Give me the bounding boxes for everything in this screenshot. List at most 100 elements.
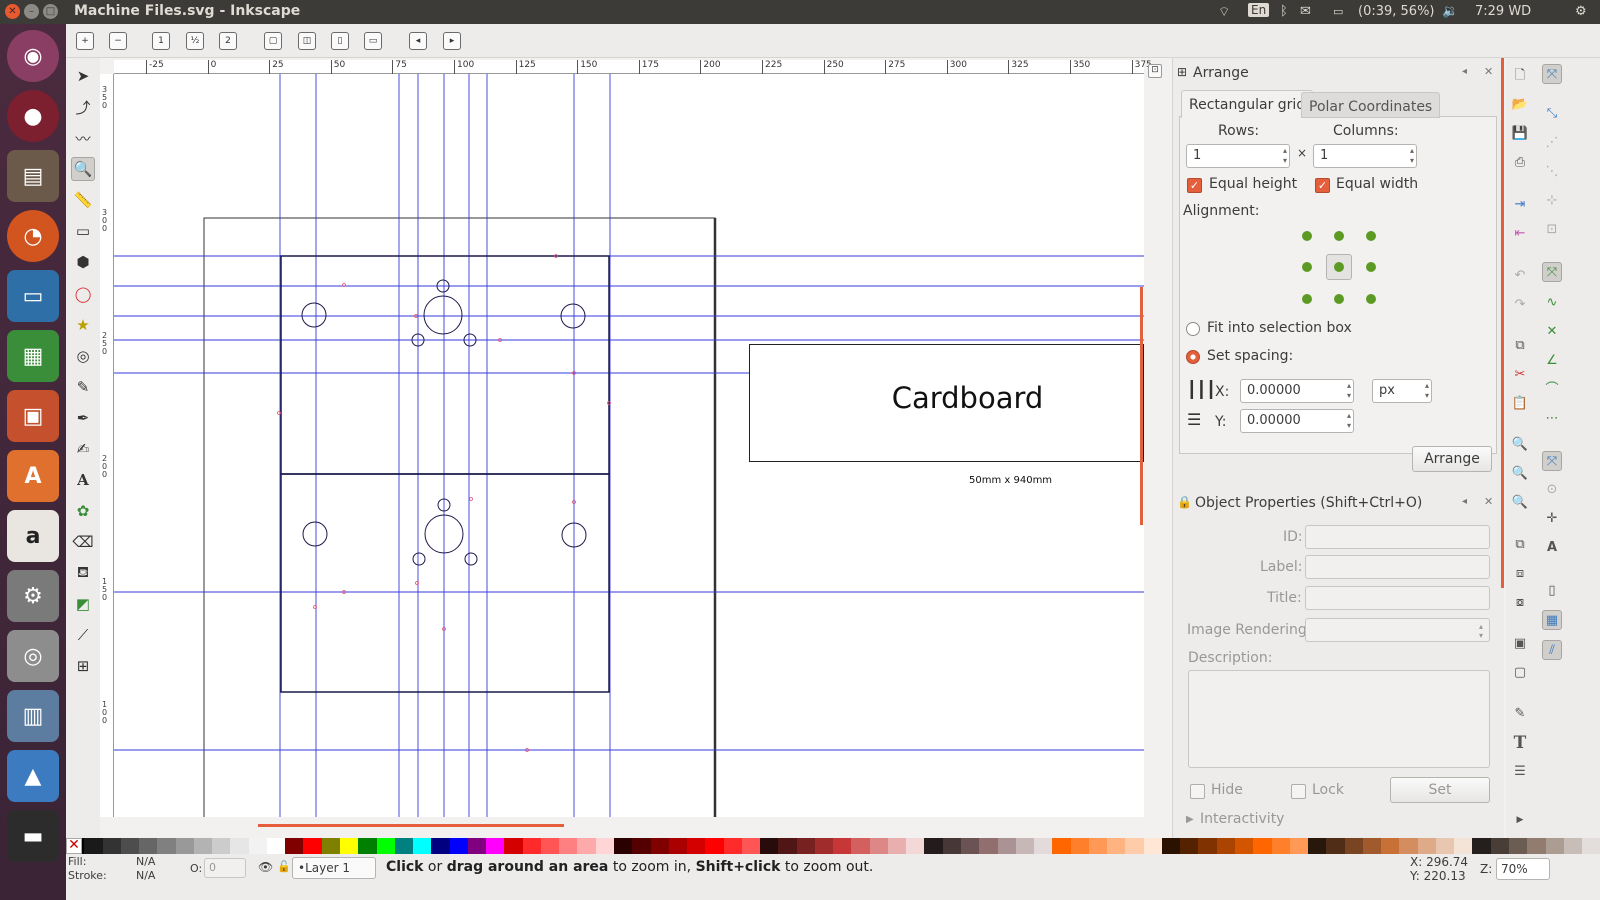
snap-text-baseline-icon[interactable]: A	[1542, 538, 1562, 558]
bottom-panel-rect[interactable]	[280, 473, 610, 693]
palette-swatch[interactable]	[1052, 838, 1071, 854]
top-panel-holes[interactable]	[301, 279, 586, 347]
snap-enable-icon[interactable]: ⤧	[1542, 64, 1562, 84]
snap-bbox-midpoint-icon[interactable]: ⊹	[1542, 191, 1562, 211]
palette-swatch[interactable]	[632, 838, 651, 854]
snap-bbox-center-icon[interactable]: ⊡	[1542, 220, 1562, 240]
stroke-value[interactable]: N/A	[136, 869, 155, 882]
panel-close-icon[interactable]: ✕	[1484, 65, 1493, 78]
panel-close-icon-2[interactable]: ✕	[1484, 495, 1493, 508]
palette-swatch[interactable]	[376, 838, 395, 854]
gradient-tool-icon[interactable]: ◩	[71, 592, 95, 616]
palette-swatch[interactable]	[1326, 838, 1345, 854]
hide-checkbox[interactable]	[1190, 784, 1205, 799]
snap-intersections-icon[interactable]: ✕	[1542, 322, 1562, 342]
palette-swatch[interactable]	[449, 838, 468, 854]
battery-status[interactable]: (0:39, 56%)	[1358, 4, 1435, 19]
hide-layer-icon[interactable]: 👁	[258, 860, 273, 874]
snap-guides-icon[interactable]: ⫽	[1542, 640, 1562, 660]
bluetooth-icon[interactable]: ᛒ	[1280, 4, 1288, 19]
text-font-icon[interactable]: T	[1510, 733, 1530, 753]
palette-swatch[interactable]	[1399, 838, 1418, 854]
palette-swatch[interactable]	[778, 838, 797, 854]
zoom-input[interactable]: 70%	[1496, 858, 1550, 880]
palette-swatch[interactable]	[102, 838, 121, 854]
snap-bbox-edge-icon[interactable]: ⋰	[1542, 133, 1562, 153]
spiral-tool-icon[interactable]: ◎	[71, 344, 95, 368]
palette-swatch[interactable]	[650, 838, 669, 854]
palette-swatch[interactable]	[413, 838, 432, 854]
volume-icon[interactable]: 🔉	[1442, 4, 1458, 19]
app-icon-image[interactable]: ▲	[7, 750, 59, 802]
palette-swatch[interactable]	[687, 838, 706, 854]
lock-checkbox[interactable]	[1291, 784, 1306, 799]
snap-cusp-nodes-icon[interactable]: ∠	[1542, 351, 1562, 371]
undo-icon[interactable]: ↶	[1510, 266, 1530, 286]
align-bottom-left[interactable]	[1302, 294, 1312, 304]
canvas-vscroll-thumb[interactable]	[1140, 287, 1143, 525]
snap-bbox-corner-icon[interactable]: ⋱	[1542, 162, 1562, 182]
rectangle-tool-icon[interactable]: ▭	[71, 219, 95, 243]
set-spacing-radio[interactable]	[1186, 350, 1200, 364]
horizontal-ruler[interactable]: -25 0 25 50 75 100 125 150 175 200 225 250 275 300 325…	[114, 60, 1152, 74]
palette-swatch[interactable]	[1180, 838, 1199, 854]
palette-swatch[interactable]	[705, 838, 724, 854]
palette-swatch[interactable]	[504, 838, 523, 854]
measure-tool-icon[interactable]: 📏	[71, 188, 95, 212]
selector-tool-icon[interactable]: ➤	[71, 64, 95, 88]
zoom-page-side-icon[interactable]: 🔍	[1510, 493, 1530, 513]
panel-iconify-icon[interactable]: ◂	[1462, 66, 1467, 77]
import-icon[interactable]: ⇥	[1510, 195, 1530, 215]
zoom-selection-icon[interactable]: ▢	[264, 32, 282, 50]
palette-swatch[interactable]	[577, 838, 596, 854]
zoom-drawing-side-icon[interactable]: 🔍	[1510, 464, 1530, 484]
palette-swatch[interactable]	[1125, 838, 1144, 854]
close-window-button[interactable]: ✕	[5, 4, 20, 19]
horizontal-guides[interactable]	[114, 255, 1144, 751]
align-center-frame[interactable]	[1326, 254, 1352, 280]
palette-swatch[interactable]	[1472, 838, 1491, 854]
palette-swatch[interactable]	[1015, 838, 1035, 854]
set-spacing-label[interactable]: Set spacing:	[1207, 348, 1293, 364]
label-field[interactable]	[1305, 555, 1490, 579]
eraser-tool-icon[interactable]: ⌫	[71, 530, 95, 554]
align-bottom-center[interactable]	[1334, 294, 1344, 304]
paint-bucket-tool-icon[interactable]: ⛾	[71, 561, 95, 585]
palette-swatch[interactable]	[248, 838, 267, 854]
layers-icon[interactable]: ☰	[1510, 762, 1530, 782]
tweak-tool-icon[interactable]: 〰	[71, 126, 95, 150]
cardboard-rect[interactable]: Cardboard	[749, 344, 1144, 462]
equal-width-label[interactable]: Equal width	[1336, 176, 1418, 192]
palette-swatch[interactable]	[942, 838, 962, 854]
firefox-icon[interactable]: ◔	[7, 210, 59, 262]
files-icon[interactable]: ▤	[7, 150, 59, 202]
palette-swatch[interactable]	[741, 838, 761, 854]
connector-tool-icon[interactable]: ⊞	[71, 654, 95, 678]
ellipse-tool-icon[interactable]: ◯	[71, 282, 95, 306]
3d-box-tool-icon[interactable]: ⬢	[71, 250, 95, 274]
vertical-guides[interactable]	[279, 74, 611, 817]
align-middle-right[interactable]	[1366, 262, 1376, 272]
palette-swatch[interactable]	[1198, 838, 1217, 854]
palette-swatch[interactable]	[394, 838, 414, 854]
x-spacing-input[interactable]: 0.00000 ▴ ▾	[1240, 379, 1354, 403]
palette-swatch[interactable]	[1454, 838, 1473, 854]
palette-swatch[interactable]	[613, 838, 633, 854]
equal-height-checkbox[interactable]: ✓	[1187, 178, 1202, 193]
palette-swatch[interactable]	[906, 838, 925, 854]
palette-swatch[interactable]	[723, 838, 742, 854]
palette-swatch[interactable]	[1563, 838, 1583, 854]
new-document-icon[interactable]: 🗋	[1510, 66, 1530, 86]
opacity-input[interactable]: 0	[204, 858, 246, 878]
palette-swatch[interactable]	[266, 838, 286, 854]
palette-swatch[interactable]	[1381, 838, 1400, 854]
palette-swatch[interactable]	[486, 838, 505, 854]
palette-swatch[interactable]	[869, 838, 888, 854]
align-top-left[interactable]	[1302, 231, 1312, 241]
vertical-ruler[interactable]: 350 300 250 200 150 100	[100, 74, 114, 817]
layer-select[interactable]: •Layer 1	[292, 857, 376, 879]
palette-swatch[interactable]	[431, 838, 450, 854]
calligraphy-tool-icon[interactable]: ✍	[71, 437, 95, 461]
palette-swatch[interactable]	[1253, 838, 1272, 854]
cut-icon[interactable]: ✂	[1510, 365, 1530, 385]
